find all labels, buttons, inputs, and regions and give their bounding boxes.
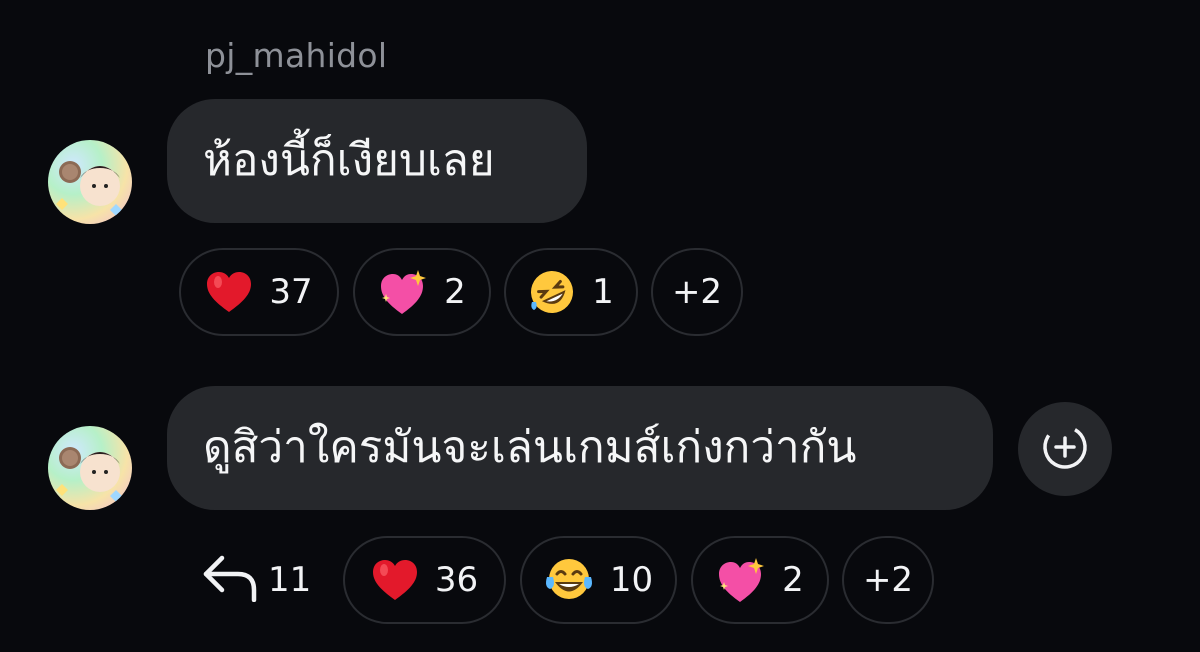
message-text: ดูสิว่าใครมันจะเล่นเกมส์เก่งกว่ากัน (203, 422, 857, 473)
reaction-count: 36 (434, 560, 479, 600)
reaction-heart[interactable]: 36 (343, 536, 506, 624)
heart-icon (205, 270, 253, 314)
reaction-tears-of-joy[interactable]: 10 (520, 536, 677, 624)
reaction-count: 10 (609, 560, 654, 600)
reply-count: 11 (268, 560, 312, 600)
add-reaction-icon (1040, 422, 1090, 476)
message-bubble[interactable]: ดูสิว่าใครมันจะเล่นเกมส์เก่งกว่ากัน (167, 386, 993, 510)
reaction-count: 2 (782, 560, 804, 600)
add-reaction-button[interactable] (1018, 402, 1112, 496)
reaction-sparkling-heart[interactable]: 2 (691, 536, 829, 624)
sender-name[interactable]: pj_mahidol (205, 36, 387, 75)
reaction-sparkling-heart[interactable]: 2 (353, 248, 491, 336)
reply-button[interactable]: 11 (200, 536, 311, 624)
message-bubble[interactable]: ห้องนี้ก็เงียบเลย (167, 99, 587, 223)
sparkling-heart-icon (716, 556, 766, 604)
heart-icon (371, 558, 419, 602)
reaction-count: 2 (444, 272, 466, 312)
more-reactions-count: +2 (671, 272, 723, 312)
tears-of-joy-icon (544, 557, 594, 603)
sparkling-heart-icon (378, 268, 428, 316)
reaction-count: 37 (269, 272, 313, 312)
reaction-heart[interactable]: 37 (179, 248, 339, 336)
user-avatar[interactable] (48, 140, 132, 224)
more-reactions-button[interactable]: +2 (651, 248, 743, 336)
message-text: ห้องนี้ก็เงียบเลย (203, 135, 495, 186)
reply-arrow-icon (200, 550, 258, 611)
more-reactions-button[interactable]: +2 (842, 536, 934, 624)
user-avatar[interactable] (48, 426, 132, 510)
more-reactions-count: +2 (862, 560, 914, 600)
reaction-count: 1 (592, 272, 614, 312)
reaction-rofl[interactable]: 1 (504, 248, 638, 336)
rofl-icon (528, 268, 576, 316)
